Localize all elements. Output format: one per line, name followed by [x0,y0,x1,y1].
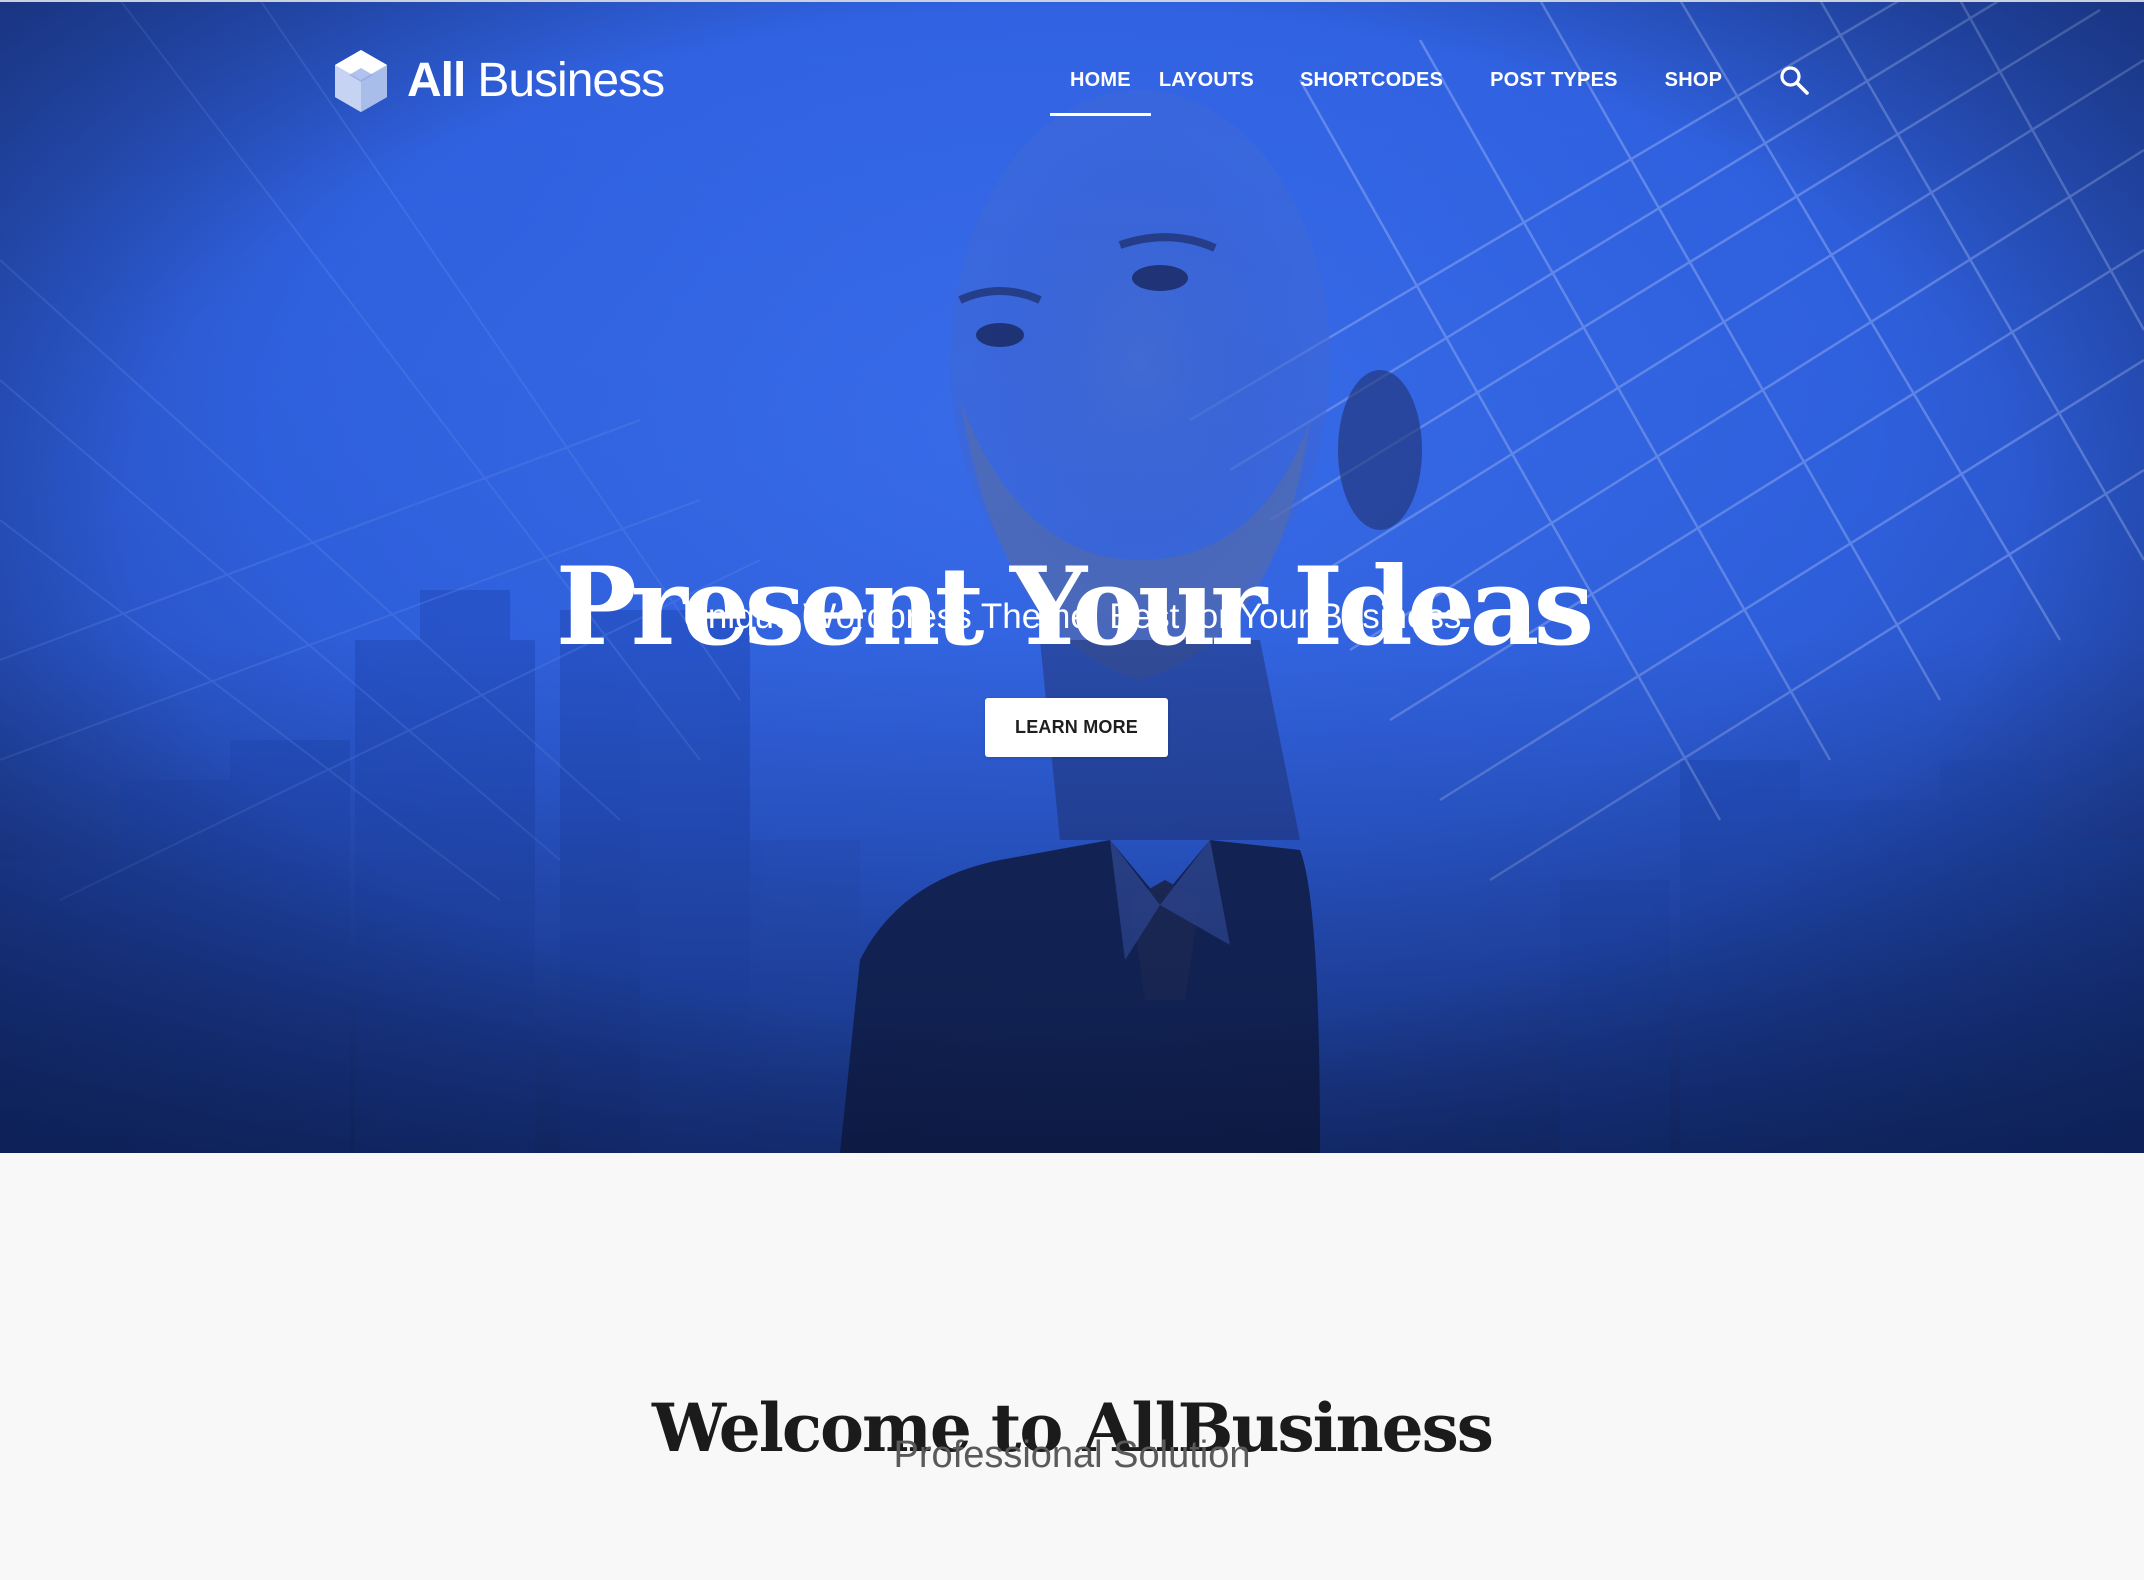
nav-item-label: SHORTCODES [1299,69,1444,91]
nav-item-label: SHOP [1664,69,1723,91]
nav-item-post-types[interactable]: POST TYPES [1490,60,1618,116]
welcome-section: Welcome to AllBusiness Professional Solu… [0,1153,2144,1580]
main-navigation: HOME LAYOUTS SHORTCODES POST TYPES SHOP [1050,60,1722,120]
hexagon-cube-logo-icon [335,50,387,112]
site-logo[interactable]: All Business [333,48,665,114]
welcome-subtitle: Professional Solution [893,1434,1251,1476]
search-icon [1780,66,1809,95]
nav-item-shortcodes[interactable]: SHORTCODES [1300,60,1443,116]
nav-item-label: LAYOUTS [1158,69,1254,91]
nav-item-label: POST TYPES [1490,69,1618,91]
site-name: All Business [407,48,665,114]
hero-subtitle: Unique Wordpress Theme. Best for Your Bu… [682,597,1462,636]
nav-item-shop[interactable]: SHOP [1665,60,1722,116]
nav-item-layouts[interactable]: LAYOUTS [1159,60,1254,116]
learn-more-button[interactable]: LEARN MORE [985,698,1168,757]
active-nav-indicator [1050,113,1151,116]
hero-section: All Business HOME LAYOUTS SHORTCODES POST… [0,0,2144,1153]
nav-item-home[interactable]: HOME [1050,60,1151,116]
site-header: All Business HOME LAYOUTS SHORTCODES POST… [0,0,2144,160]
site-name-light: Business [477,54,665,107]
search-button[interactable] [1778,64,1810,96]
nav-item-label: HOME [1070,69,1131,91]
site-name-bold: All [407,54,466,107]
